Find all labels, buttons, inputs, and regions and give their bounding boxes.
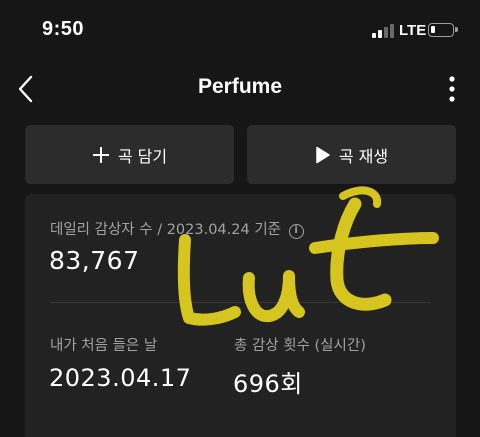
add-songs-label: 곡 담기 <box>117 146 168 166</box>
page-title: Perfume <box>197 75 283 98</box>
listening-stats-card: 데일리 감상자 수 / 2023.04.24 기준 i 83,767 내가 처음… <box>25 194 456 437</box>
more-options-button[interactable] <box>440 73 464 107</box>
top-bar: Perfume <box>0 62 480 116</box>
play-icon <box>316 146 330 163</box>
play-songs-label: 곡 재생 <box>338 146 389 166</box>
add-songs-button[interactable]: 곡 담기 <box>25 125 234 184</box>
total-plays-value: 696회 <box>233 370 303 398</box>
signal-icon <box>372 24 394 38</box>
signal-bar <box>372 33 376 38</box>
daily-listeners-label-text: 데일리 감상자 수 / 2023.04.24 기준 <box>50 222 282 238</box>
signal-bar <box>390 24 394 38</box>
total-plays-label: 총 감상 횟수 (실시간) <box>234 338 366 354</box>
first-listen-label: 내가 처음 들은 날 <box>50 338 158 354</box>
info-icon[interactable]: i <box>288 224 304 239</box>
status-bar: 9:50 LTE <box>0 0 480 62</box>
network-type: LTE <box>399 22 427 39</box>
daily-listeners-label: 데일리 감상자 수 / 2023.04.24 기준 i <box>50 218 304 239</box>
first-listen-date: 2023.04.17 <box>49 364 192 392</box>
vertical-ellipsis-icon <box>449 76 455 102</box>
signal-bar <box>378 30 382 38</box>
daily-listeners-value: 83,767 <box>49 246 140 275</box>
battery-icon <box>428 23 458 37</box>
signal-bar <box>384 27 388 38</box>
battery-level <box>431 26 435 33</box>
divider <box>50 302 431 303</box>
battery-nub <box>455 27 458 32</box>
play-songs-button[interactable]: 곡 재생 <box>247 125 456 184</box>
plus-icon <box>92 146 109 163</box>
status-time: 9:50 <box>42 18 85 40</box>
